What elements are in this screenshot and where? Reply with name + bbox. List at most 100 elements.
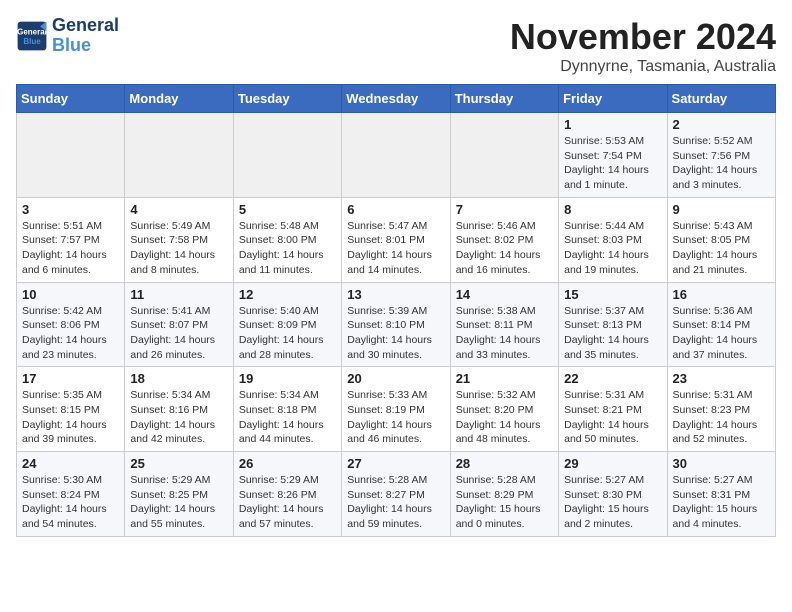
- calendar-cell: 6Sunrise: 5:47 AM Sunset: 8:01 PM Daylig…: [342, 197, 450, 282]
- day-detail: Sunrise: 5:28 AM Sunset: 8:29 PM Dayligh…: [456, 473, 553, 532]
- day-number: 27: [347, 456, 444, 471]
- day-detail: Sunrise: 5:31 AM Sunset: 8:21 PM Dayligh…: [564, 388, 661, 447]
- calendar-cell: 13 Sunrise: 5:39 AM Sunset: 8:10 PM Dayli…: [342, 282, 450, 367]
- day-detail: Sunrise: 5:30 AM Sunset: 8:24 PM Dayligh…: [22, 473, 119, 532]
- day-detail: Sunrise: 5:39 AM Sunset: 8:10 PM Dayligh…: [347, 304, 444, 363]
- day-detail: Sunrise: 5:27 AM Sunset: 8:30 PM Dayligh…: [564, 473, 661, 532]
- day-number: 15: [564, 287, 661, 302]
- calendar-cell: 18 Sunrise: 5:34 AM Sunset: 8:16 PM Dayli…: [125, 367, 233, 452]
- calendar-cell: 2Sunrise: 5:52 AM Sunset: 7:56 PM Daylig…: [667, 113, 775, 198]
- calendar-week-4: 24 Sunrise: 5:30 AM Sunset: 8:24 PM Dayli…: [17, 452, 776, 537]
- day-number: 24: [22, 456, 119, 471]
- day-detail: Sunrise: 5:49 AM Sunset: 7:58 PM Dayligh…: [130, 219, 227, 278]
- svg-text:General: General: [17, 27, 47, 36]
- day-detail: Sunrise: 5:42 AM Sunset: 8:06 PM Dayligh…: [22, 304, 119, 363]
- calendar-cell: 24 Sunrise: 5:30 AM Sunset: 8:24 PM Dayli…: [17, 452, 125, 537]
- calendar-cell: 15 Sunrise: 5:37 AM Sunset: 8:13 PM Dayli…: [559, 282, 667, 367]
- day-detail: Sunrise: 5:48 AM Sunset: 8:00 PM Dayligh…: [239, 219, 336, 278]
- day-detail: Sunrise: 5:38 AM Sunset: 8:11 PM Dayligh…: [456, 304, 553, 363]
- day-number: 11: [130, 287, 227, 302]
- day-detail: Sunrise: 5:34 AM Sunset: 8:18 PM Dayligh…: [239, 388, 336, 447]
- day-number: 29: [564, 456, 661, 471]
- calendar-cell: [125, 113, 233, 198]
- calendar-week-1: 3Sunrise: 5:51 AM Sunset: 7:57 PM Daylig…: [17, 197, 776, 282]
- calendar-cell: 16Sunrise: 5:36 AM Sunset: 8:14 PM Dayli…: [667, 282, 775, 367]
- day-number: 19: [239, 371, 336, 386]
- logo-icon: General Blue: [16, 20, 48, 52]
- day-detail: Sunrise: 5:33 AM Sunset: 8:19 PM Dayligh…: [347, 388, 444, 447]
- calendar-cell: 10 Sunrise: 5:42 AM Sunset: 8:06 PM Dayli…: [17, 282, 125, 367]
- calendar-cell: 21Sunrise: 5:32 AM Sunset: 8:20 PM Dayli…: [450, 367, 558, 452]
- calendar-cell: 14 Sunrise: 5:38 AM Sunset: 8:11 PM Dayli…: [450, 282, 558, 367]
- day-detail: Sunrise: 5:46 AM Sunset: 8:02 PM Dayligh…: [456, 219, 553, 278]
- day-number: 23: [673, 371, 770, 386]
- location: Dynnyrne, Tasmania, Australia: [510, 58, 776, 76]
- day-detail: Sunrise: 5:32 AM Sunset: 8:20 PM Dayligh…: [456, 388, 553, 447]
- day-detail: Sunrise: 5:40 AM Sunset: 8:09 PM Dayligh…: [239, 304, 336, 363]
- calendar-cell: 8Sunrise: 5:44 AM Sunset: 8:03 PM Daylig…: [559, 197, 667, 282]
- day-number: 13: [347, 287, 444, 302]
- day-detail: Sunrise: 5:53 AM Sunset: 7:54 PM Dayligh…: [564, 134, 661, 193]
- day-number: 26: [239, 456, 336, 471]
- calendar-cell: [233, 113, 341, 198]
- day-number: 28: [456, 456, 553, 471]
- weekday-row: Sunday Monday Tuesday Wednesday Thursday…: [17, 85, 776, 113]
- calendar-cell: 7 Sunrise: 5:46 AM Sunset: 8:02 PM Daylig…: [450, 197, 558, 282]
- calendar-header: Sunday Monday Tuesday Wednesday Thursday…: [17, 85, 776, 113]
- day-number: 22: [564, 371, 661, 386]
- logo-text: General Blue: [52, 16, 119, 56]
- header-thursday: Thursday: [450, 85, 558, 113]
- calendar-cell: [342, 113, 450, 198]
- day-number: 7: [456, 202, 553, 217]
- calendar-cell: 20 Sunrise: 5:33 AM Sunset: 8:19 PM Dayli…: [342, 367, 450, 452]
- day-detail: Sunrise: 5:28 AM Sunset: 8:27 PM Dayligh…: [347, 473, 444, 532]
- header-sunday: Sunday: [17, 85, 125, 113]
- logo: General Blue General Blue: [16, 16, 119, 56]
- calendar-cell: 11 Sunrise: 5:41 AM Sunset: 8:07 PM Dayli…: [125, 282, 233, 367]
- calendar-cell: 4 Sunrise: 5:49 AM Sunset: 7:58 PM Daylig…: [125, 197, 233, 282]
- header-saturday: Saturday: [667, 85, 775, 113]
- header-monday: Monday: [125, 85, 233, 113]
- calendar-cell: 5Sunrise: 5:48 AM Sunset: 8:00 PM Daylig…: [233, 197, 341, 282]
- calendar-cell: 1 Sunrise: 5:53 AM Sunset: 7:54 PM Daylig…: [559, 113, 667, 198]
- day-detail: Sunrise: 5:43 AM Sunset: 8:05 PM Dayligh…: [673, 219, 770, 278]
- header: General Blue General Blue November 2024 …: [16, 16, 776, 76]
- day-detail: Sunrise: 5:51 AM Sunset: 7:57 PM Dayligh…: [22, 219, 119, 278]
- day-number: 10: [22, 287, 119, 302]
- day-number: 25: [130, 456, 227, 471]
- day-detail: Sunrise: 5:27 AM Sunset: 8:31 PM Dayligh…: [673, 473, 770, 532]
- day-number: 4: [130, 202, 227, 217]
- calendar-cell: 23 Sunrise: 5:31 AM Sunset: 8:23 PM Dayli…: [667, 367, 775, 452]
- calendar-cell: [17, 113, 125, 198]
- day-number: 16: [673, 287, 770, 302]
- calendar-cell: 29 Sunrise: 5:27 AM Sunset: 8:30 PM Dayli…: [559, 452, 667, 537]
- day-detail: Sunrise: 5:41 AM Sunset: 8:07 PM Dayligh…: [130, 304, 227, 363]
- calendar-week-3: 17Sunrise: 5:35 AM Sunset: 8:15 PM Dayli…: [17, 367, 776, 452]
- calendar-table: Sunday Monday Tuesday Wednesday Thursday…: [16, 84, 776, 537]
- calendar-cell: 22 Sunrise: 5:31 AM Sunset: 8:21 PM Dayli…: [559, 367, 667, 452]
- day-detail: Sunrise: 5:44 AM Sunset: 8:03 PM Dayligh…: [564, 219, 661, 278]
- day-detail: Sunrise: 5:34 AM Sunset: 8:16 PM Dayligh…: [130, 388, 227, 447]
- calendar-cell: 26Sunrise: 5:29 AM Sunset: 8:26 PM Dayli…: [233, 452, 341, 537]
- calendar-cell: [450, 113, 558, 198]
- day-number: 12: [239, 287, 336, 302]
- calendar-cell: 9 Sunrise: 5:43 AM Sunset: 8:05 PM Daylig…: [667, 197, 775, 282]
- day-detail: Sunrise: 5:35 AM Sunset: 8:15 PM Dayligh…: [22, 388, 119, 447]
- day-detail: Sunrise: 5:31 AM Sunset: 8:23 PM Dayligh…: [673, 388, 770, 447]
- day-number: 18: [130, 371, 227, 386]
- day-number: 6: [347, 202, 444, 217]
- day-number: 2: [673, 117, 770, 132]
- calendar-cell: 30Sunrise: 5:27 AM Sunset: 8:31 PM Dayli…: [667, 452, 775, 537]
- day-detail: Sunrise: 5:29 AM Sunset: 8:25 PM Dayligh…: [130, 473, 227, 532]
- day-number: 1: [564, 117, 661, 132]
- day-number: 20: [347, 371, 444, 386]
- header-wednesday: Wednesday: [342, 85, 450, 113]
- day-detail: Sunrise: 5:37 AM Sunset: 8:13 PM Dayligh…: [564, 304, 661, 363]
- calendar-week-2: 10 Sunrise: 5:42 AM Sunset: 8:06 PM Dayli…: [17, 282, 776, 367]
- calendar-cell: 17Sunrise: 5:35 AM Sunset: 8:15 PM Dayli…: [17, 367, 125, 452]
- calendar-cell: 19 Sunrise: 5:34 AM Sunset: 8:18 PM Dayli…: [233, 367, 341, 452]
- day-number: 14: [456, 287, 553, 302]
- calendar-week-0: 1 Sunrise: 5:53 AM Sunset: 7:54 PM Daylig…: [17, 113, 776, 198]
- day-number: 9: [673, 202, 770, 217]
- header-tuesday: Tuesday: [233, 85, 341, 113]
